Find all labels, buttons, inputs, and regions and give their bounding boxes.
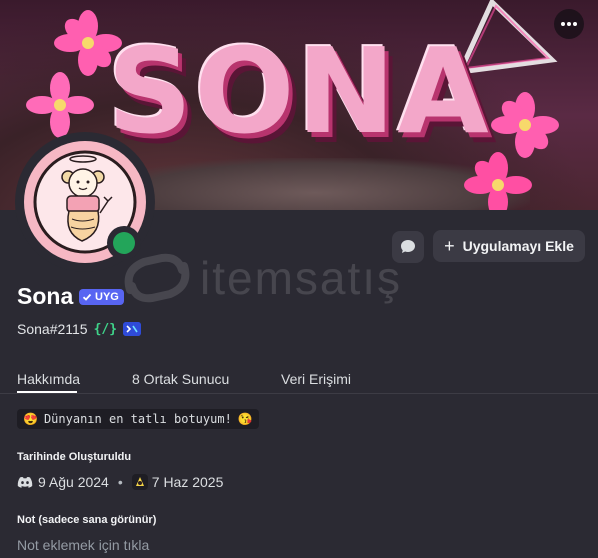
username: Sona#2115 xyxy=(17,321,88,337)
username-row: Sona#2115 {/} xyxy=(17,321,142,337)
watermark-text: itemsatış xyxy=(200,252,403,304)
flower-icon xyxy=(54,10,122,76)
more-options-button[interactable] xyxy=(554,9,584,39)
three-dots-icon xyxy=(561,22,577,26)
checkmark-icon xyxy=(82,293,92,301)
tab-mutual-servers[interactable]: 8 Ortak Sunucu xyxy=(132,371,229,387)
server-join-date: 7 Haz 2025 xyxy=(151,474,224,490)
server-icon xyxy=(131,474,148,490)
flower-icon xyxy=(26,72,94,138)
add-app-label: Uygulamayı Ekle xyxy=(462,238,574,254)
tab-data-access[interactable]: Veri Erişimi xyxy=(281,371,351,387)
created-dates-row: 9 Ağu 2024 • 7 Haz 2025 xyxy=(17,474,223,490)
discord-join-date: 9 Ağu 2024 xyxy=(38,474,109,490)
bio: 😍 Dünyanın en tatlı botuyum! 😘 xyxy=(17,409,259,429)
heart-eyes-emoji: 😍 xyxy=(23,412,38,426)
watermark-logo-icon xyxy=(124,253,190,303)
note-heading: Not (sadece sana görünür) xyxy=(17,514,157,526)
slash-commands-badge: {/} xyxy=(93,321,118,337)
discord-icon xyxy=(17,477,33,488)
tabs-divider xyxy=(0,393,598,394)
watermark: itemsatış xyxy=(122,250,402,306)
app-badge: UYG xyxy=(79,289,124,305)
bio-text: Dünyanın en tatlı botuyum! xyxy=(43,412,232,426)
plus-icon: + xyxy=(444,235,455,256)
display-name: Sona xyxy=(17,283,74,309)
flower-icon xyxy=(464,152,532,210)
add-app-button[interactable]: + Uygulamayı Ekle xyxy=(433,230,585,262)
date-separator: • xyxy=(117,474,123,490)
created-heading: Tarihinde Oluşturuldu xyxy=(17,451,132,463)
note-input[interactable] xyxy=(17,537,577,553)
tab-about[interactable]: Hakkımda xyxy=(17,371,80,387)
kiss-emoji: 😘 xyxy=(237,412,253,426)
bot-badge-icon xyxy=(123,322,142,336)
